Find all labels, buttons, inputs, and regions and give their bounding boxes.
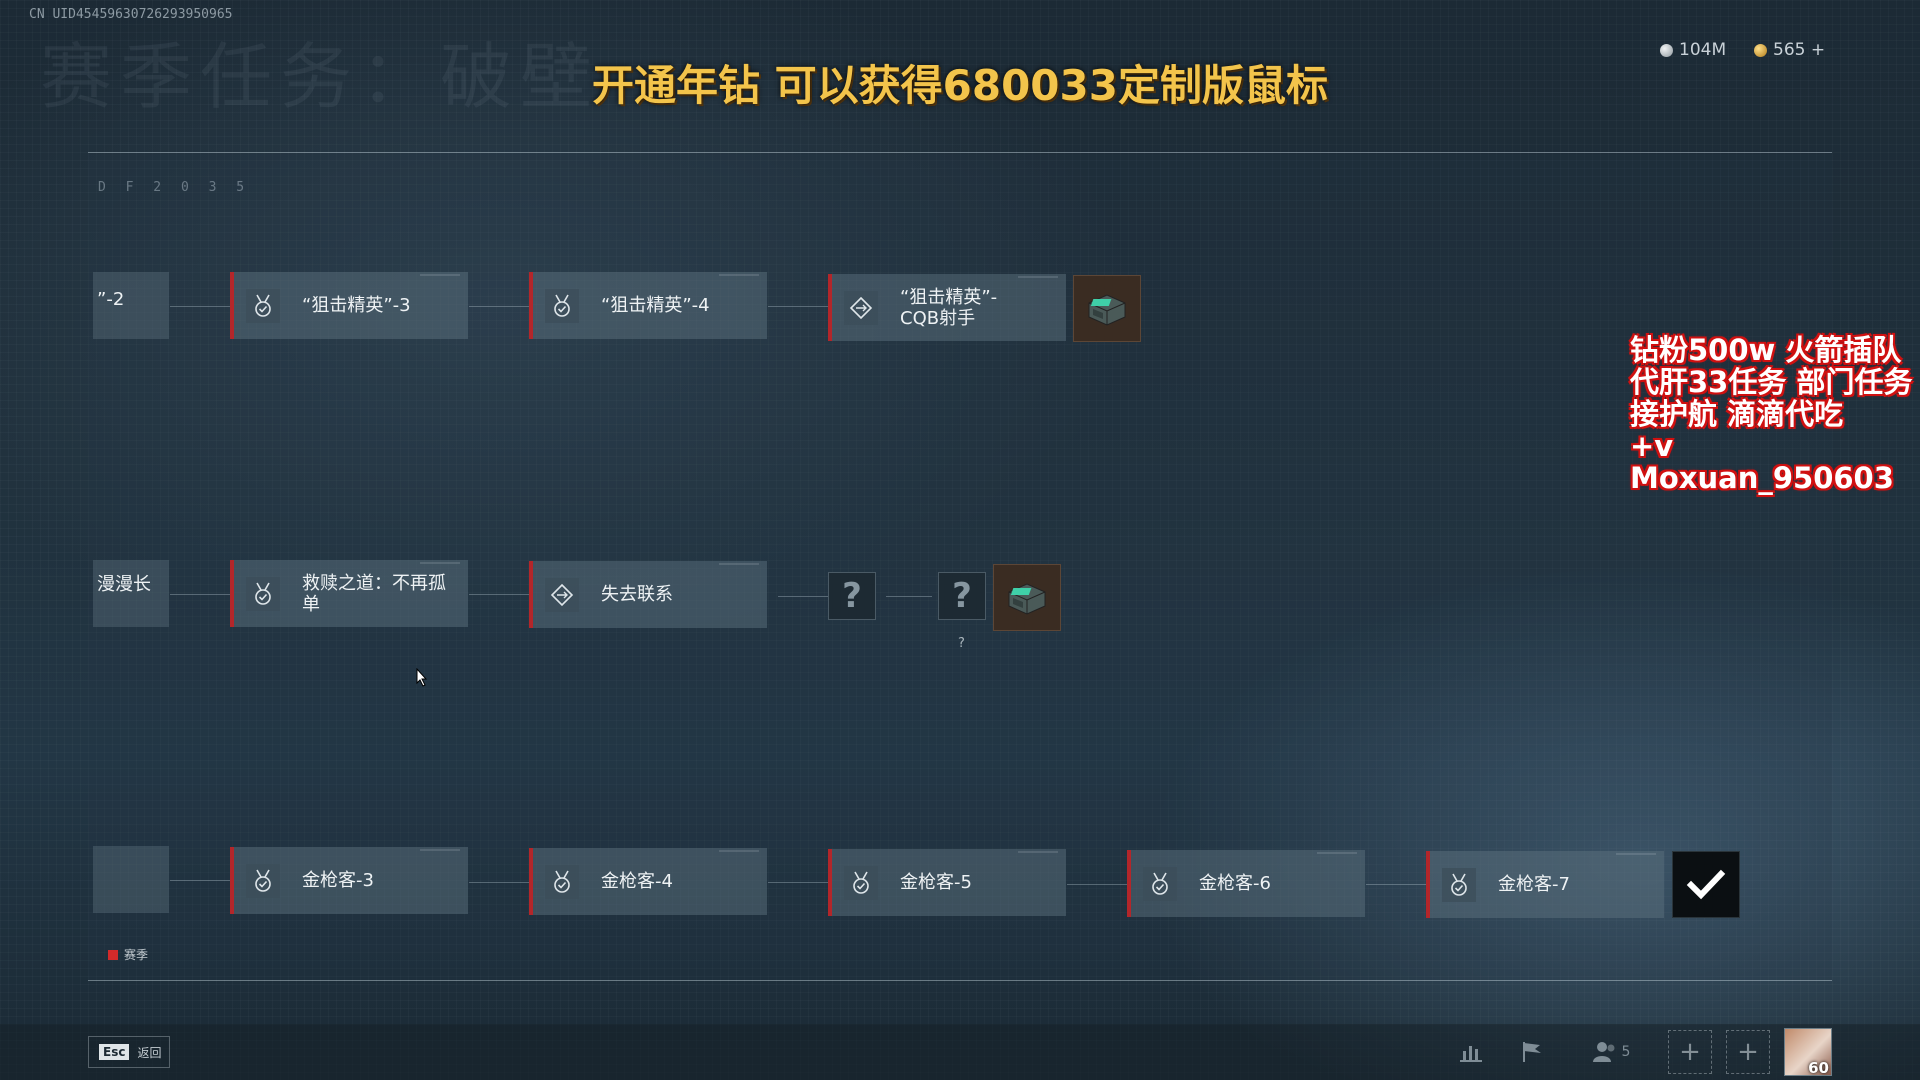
task-node-goldgun-5[interactable]: 金枪客-5: [828, 849, 1066, 916]
task-node-label: “狙击精英”-3: [302, 295, 411, 316]
panel-top-divider: [88, 152, 1832, 153]
task-node-goldgun-6[interactable]: 金枪客-6: [1127, 850, 1365, 917]
ad-line: 钻粉500w 火箭插队: [1630, 333, 1902, 367]
ad-line: 代肝33任务 部门任务: [1630, 365, 1913, 399]
legend-swatch: [108, 949, 118, 960]
reward-crate-icon[interactable]: [993, 564, 1061, 631]
task-node-label: 救赎之道：不再孤 单: [302, 572, 446, 615]
row3-edge-node[interactable]: [93, 846, 169, 913]
silver-currency: 104M: [1660, 40, 1726, 60]
ad-line: 接护航 滴滴代吃: [1630, 397, 1844, 431]
medal-check-icon: [545, 288, 579, 323]
mouse-cursor-icon: [416, 668, 428, 687]
back-button[interactable]: Esc 返回: [88, 1036, 170, 1068]
task-node-sniper-4[interactable]: “狙击精英”-4: [529, 272, 767, 339]
unknown-task-node[interactable]: ?: [938, 572, 986, 620]
plus-icon[interactable]: +: [1668, 1030, 1712, 1074]
squad-button[interactable]: 5: [1586, 1036, 1636, 1068]
map-code: D F 2 0 3 5: [98, 180, 251, 195]
connector: [1067, 884, 1127, 885]
task-node-label: “狙击精英”- CQB射手: [900, 286, 998, 329]
silver-coin-icon: [1660, 43, 1673, 57]
task-node-label: 金枪客-7: [1498, 874, 1570, 895]
task-node-label: 金枪客-6: [1199, 873, 1271, 894]
gold-amount[interactable]: 565 +: [1773, 40, 1825, 60]
row2-edge-label: 漫漫长: [97, 574, 151, 595]
task-node-sniper-3[interactable]: “狙击精英”-3: [230, 272, 468, 339]
connector: [768, 306, 828, 307]
gold-currency[interactable]: 565 +: [1754, 40, 1825, 60]
player-level: 60: [1808, 1059, 1829, 1077]
connector: [778, 596, 828, 597]
legend: 赛季: [108, 946, 148, 963]
connector: [768, 882, 828, 883]
connector: [1366, 884, 1426, 885]
task-node-label: 金枪客-4: [601, 871, 673, 892]
stats-icon[interactable]: [1451, 1036, 1491, 1068]
medal-check-icon: [246, 576, 280, 611]
medal-check-icon: [246, 863, 280, 898]
esc-key: Esc: [99, 1044, 130, 1060]
squad-icon: [1592, 1042, 1615, 1062]
task-node-label: 金枪客-5: [900, 872, 972, 893]
plus-icon[interactable]: +: [1726, 1030, 1770, 1074]
connector: [886, 596, 932, 597]
task-node-sniper-cqb[interactable]: “狙击精英”- CQB射手: [828, 274, 1066, 341]
row1-edge-node[interactable]: ”-2: [93, 272, 169, 339]
connector: [170, 306, 230, 307]
task-node-label: 失去联系: [601, 584, 673, 605]
medal-check-icon: [1143, 866, 1177, 901]
connector: [469, 306, 529, 307]
medal-check-icon: [246, 288, 280, 323]
task-node-goldgun-3[interactable]: 金枪客-3: [230, 847, 468, 914]
row1-edge-label: ”-2: [97, 289, 125, 310]
row2-edge-node[interactable]: 漫漫长: [93, 560, 169, 627]
medal-check-icon: [545, 864, 579, 899]
promo-banner: 开通年钻 可以获得680033定制版鼠标: [592, 61, 1328, 110]
legend-label: 赛季: [124, 948, 149, 962]
overlay-ad-text: 钻粉500w 火箭插队 代肝33任务 部门任务 接护航 滴滴代吃 +v Moxu…: [1630, 334, 1920, 494]
task-node-label: 金枪客-3: [302, 870, 374, 891]
avatar[interactable]: 60: [1784, 1028, 1832, 1077]
flag-icon[interactable]: [1513, 1036, 1553, 1068]
connector: [469, 594, 529, 595]
connector: [170, 594, 230, 595]
medal-check-icon: [1442, 867, 1476, 902]
task-node-lost-contact[interactable]: 失去联系: [529, 561, 767, 628]
silver-amount: 104M: [1679, 40, 1727, 60]
task-node-redemption[interactable]: 救赎之道：不再孤 单: [230, 560, 468, 627]
back-label: 返回: [137, 1045, 162, 1060]
ad-line: +v Moxuan_950603: [1630, 429, 1894, 495]
connector: [469, 882, 529, 883]
diamond-arrows-icon: [545, 577, 579, 612]
unknown-task-node[interactable]: ?: [828, 572, 876, 620]
squad-count: 5: [1621, 1044, 1631, 1060]
gold-coin-icon: [1754, 43, 1767, 57]
task-node-label: “狙击精英”-4: [601, 295, 710, 316]
diamond-arrows-icon: [844, 290, 878, 325]
reward-crate-icon[interactable]: [1073, 275, 1141, 342]
panel-bottom-divider: [88, 980, 1832, 981]
connector: [170, 880, 230, 881]
checkmark-icon[interactable]: [1672, 851, 1740, 918]
unknown-hint-marker: ?: [958, 636, 965, 651]
medal-check-icon: [844, 865, 878, 900]
task-node-goldgun-4[interactable]: 金枪客-4: [529, 848, 767, 915]
task-node-goldgun-7[interactable]: 金枪客-7: [1426, 851, 1664, 918]
